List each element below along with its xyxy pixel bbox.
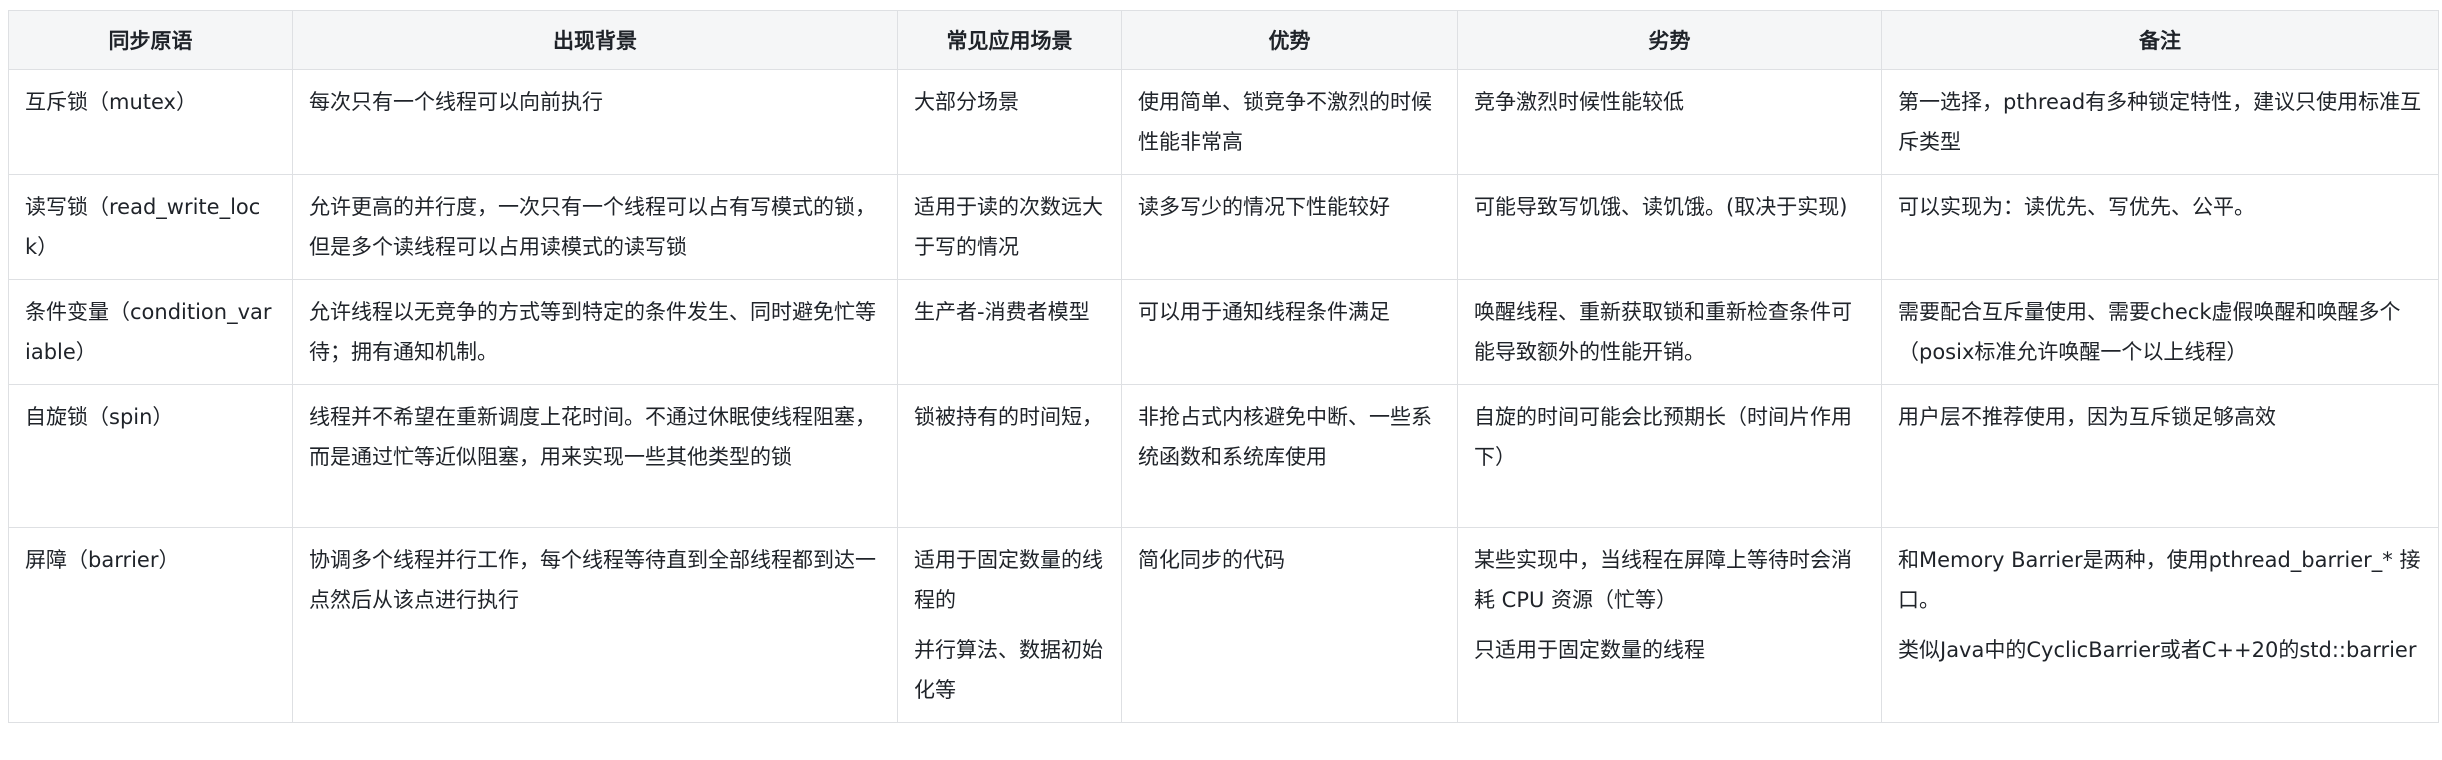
cell-text: 允许线程以无竞争的方式等到特定的条件发生、同时避免忙等待；拥有通知机制。 <box>309 300 876 364</box>
cell-text: 生产者-消费者模型 <box>914 300 1090 324</box>
cell-text: 和Memory Barrier是两种，使用pthread_barrier_* 接… <box>1898 548 2421 612</box>
cell-scenarios: 适用于固定数量的线程的 并行算法、数据初始化等 <box>897 527 1122 723</box>
cell-scenarios: 锁被持有的时间短， <box>897 384 1122 528</box>
cell-text: 某些实现中，当线程在屏障上等待时会消耗 CPU 资源（忙等） <box>1474 548 1852 612</box>
cell-disadvantages: 自旋的时间可能会比预期长（时间片作用下） <box>1457 384 1882 528</box>
table-row: 自旋锁（spin） 线程并不希望在重新调度上花时间。不通过休眠使线程阻塞，而是通… <box>8 384 2439 528</box>
column-header-primitive: 同步原语 <box>8 10 293 70</box>
table-row: 屏障（barrier） 协调多个线程并行工作，每个线程等待直到全部线程都到达一点… <box>8 527 2439 723</box>
cell-text: 自旋锁（spin） <box>25 405 174 429</box>
cell-text: 用户层不推荐使用，因为互斥锁足够高效 <box>1898 405 2276 429</box>
cell-text: 类似Java中的CyclicBarrier或者C++20的std::barrie… <box>1898 638 2417 662</box>
cell-text: 适用于固定数量的线程的 <box>914 548 1103 612</box>
cell-scenarios: 生产者-消费者模型 <box>897 279 1122 385</box>
cell-primitive: 互斥锁（mutex） <box>8 69 293 175</box>
cell-text: 自旋的时间可能会比预期长（时间片作用下） <box>1474 405 1852 469</box>
cell-notes: 用户层不推荐使用，因为互斥锁足够高效 <box>1881 384 2439 528</box>
comparison-table-container: 同步原语 出现背景 常见应用场景 优势 劣势 备注 互斥锁（mutex） 每次只… <box>8 10 2439 754</box>
cell-text: 第一选择，pthread有多种锁定特性，建议只使用标准互斥类型 <box>1898 90 2422 154</box>
cell-primitive: 读写锁（read_write_lock） <box>8 174 293 280</box>
cell-disadvantages: 可能导致写饥饿、读饥饿。(取决于实现) <box>1457 174 1882 280</box>
cell-text: 可以用于通知线程条件满足 <box>1138 300 1390 324</box>
cell-text: 可能导致写饥饿、读饥饿。(取决于实现) <box>1474 195 1848 219</box>
cell-text: 屏障（barrier） <box>25 548 180 572</box>
cell-notes: 可以实现为：读优先、写优先、公平。 <box>1881 174 2439 280</box>
column-header-advantages: 优势 <box>1121 10 1458 70</box>
cell-text: 适用于读的次数远大于写的情况 <box>914 195 1103 259</box>
table-header-row: 同步原语 出现背景 常见应用场景 优势 劣势 备注 <box>8 10 2439 70</box>
cell-primitive: 自旋锁（spin） <box>8 384 293 528</box>
column-header-background: 出现背景 <box>292 10 898 70</box>
cell-text: 读多写少的情况下性能较好 <box>1138 195 1390 219</box>
cell-primitive: 屏障（barrier） <box>8 527 293 723</box>
sync-primitives-table: 同步原语 出现背景 常见应用场景 优势 劣势 备注 互斥锁（mutex） 每次只… <box>8 10 2439 723</box>
cell-disadvantages: 某些实现中，当线程在屏障上等待时会消耗 CPU 资源（忙等） 只适用于固定数量的… <box>1457 527 1882 723</box>
cell-scenarios: 大部分场景 <box>897 69 1122 175</box>
cell-text: 唤醒线程、重新获取锁和重新检查条件可能导致额外的性能开销。 <box>1474 300 1852 364</box>
cell-text: 锁被持有的时间短， <box>914 405 1103 429</box>
column-header-disadvantages: 劣势 <box>1457 10 1882 70</box>
cell-advantages: 简化同步的代码 <box>1121 527 1458 723</box>
table-row: 互斥锁（mutex） 每次只有一个线程可以向前执行 大部分场景 使用简单、锁竞争… <box>8 69 2439 175</box>
cell-text: 每次只有一个线程可以向前执行 <box>309 90 603 114</box>
cell-advantages: 可以用于通知线程条件满足 <box>1121 279 1458 385</box>
cell-text: 非抢占式内核避免中断、一些系统函数和系统库使用 <box>1138 405 1432 469</box>
cell-advantages: 使用简单、锁竞争不激烈的时候性能非常高 <box>1121 69 1458 175</box>
cell-background: 允许更高的并行度，一次只有一个线程可以占有写模式的锁，但是多个读线程可以占用读模… <box>292 174 898 280</box>
cell-text: 需要配合互斥量使用、需要check虚假唤醒和唤醒多个（posix标准允许唤醒一个… <box>1898 300 2401 364</box>
cell-background: 协调多个线程并行工作，每个线程等待直到全部线程都到达一点然后从该点进行执行 <box>292 527 898 723</box>
cell-primitive: 条件变量（condition_variable） <box>8 279 293 385</box>
cell-text: 读写锁（read_write_lock） <box>25 195 261 259</box>
cell-text: 并行算法、数据初始化等 <box>914 638 1103 702</box>
cell-scenarios: 适用于读的次数远大于写的情况 <box>897 174 1122 280</box>
cell-text: 协调多个线程并行工作，每个线程等待直到全部线程都到达一点然后从该点进行执行 <box>309 548 876 612</box>
table-row: 条件变量（condition_variable） 允许线程以无竞争的方式等到特定… <box>8 279 2439 385</box>
cell-text: 允许更高的并行度，一次只有一个线程可以占有写模式的锁，但是多个读线程可以占用读模… <box>309 195 876 259</box>
table-row: 读写锁（read_write_lock） 允许更高的并行度，一次只有一个线程可以… <box>8 174 2439 280</box>
cell-background: 线程并不希望在重新调度上花时间。不通过休眠使线程阻塞，而是通过忙等近似阻塞，用来… <box>292 384 898 528</box>
cell-disadvantages: 唤醒线程、重新获取锁和重新检查条件可能导致额外的性能开销。 <box>1457 279 1882 385</box>
cell-notes: 和Memory Barrier是两种，使用pthread_barrier_* 接… <box>1881 527 2439 723</box>
column-header-scenarios: 常见应用场景 <box>897 10 1122 70</box>
cell-advantages: 读多写少的情况下性能较好 <box>1121 174 1458 280</box>
cell-text: 大部分场景 <box>914 90 1019 114</box>
cell-text: 线程并不希望在重新调度上花时间。不通过休眠使线程阻塞，而是通过忙等近似阻塞，用来… <box>309 405 876 469</box>
cell-text: 条件变量（condition_variable） <box>25 300 272 364</box>
cell-text: 竞争激烈时候性能较低 <box>1474 90 1684 114</box>
cell-text: 可以实现为：读优先、写优先、公平。 <box>1898 195 2255 219</box>
cell-notes: 第一选择，pthread有多种锁定特性，建议只使用标准互斥类型 <box>1881 69 2439 175</box>
cell-text: 互斥锁（mutex） <box>25 90 197 114</box>
cell-disadvantages: 竞争激烈时候性能较低 <box>1457 69 1882 175</box>
cell-text: 简化同步的代码 <box>1138 548 1285 572</box>
column-header-notes: 备注 <box>1881 10 2439 70</box>
cell-advantages: 非抢占式内核避免中断、一些系统函数和系统库使用 <box>1121 384 1458 528</box>
cell-background: 允许线程以无竞争的方式等到特定的条件发生、同时避免忙等待；拥有通知机制。 <box>292 279 898 385</box>
cell-notes: 需要配合互斥量使用、需要check虚假唤醒和唤醒多个（posix标准允许唤醒一个… <box>1881 279 2439 385</box>
cell-text: 只适用于固定数量的线程 <box>1474 638 1705 662</box>
cell-text: 使用简单、锁竞争不激烈的时候性能非常高 <box>1138 90 1432 154</box>
cell-background: 每次只有一个线程可以向前执行 <box>292 69 898 175</box>
